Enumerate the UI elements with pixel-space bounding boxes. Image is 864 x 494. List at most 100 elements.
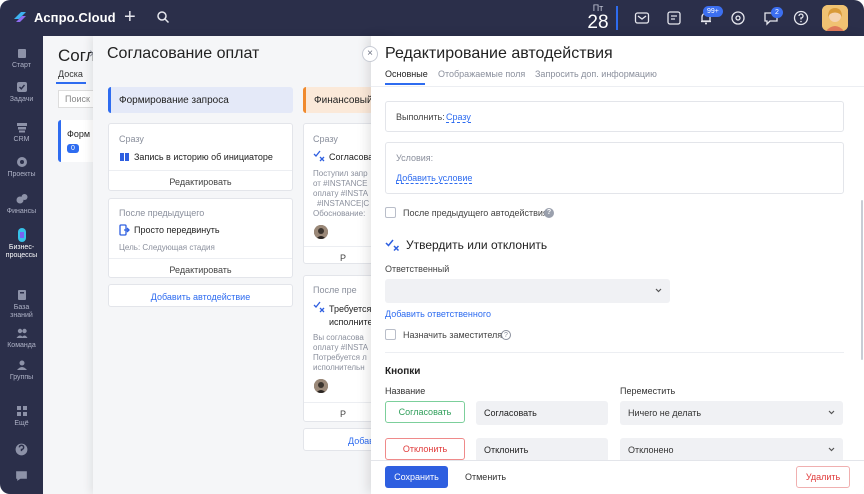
autoaction-timing: После пре: [313, 285, 357, 295]
save-button[interactable]: Сохранить: [385, 466, 448, 488]
sidebar-item-projects[interactable]: Проекты: [0, 155, 43, 179]
team-icon: [16, 328, 27, 338]
brand-name: Аспро.Cloud: [34, 9, 116, 25]
reject-button-name-input[interactable]: Отклонить: [476, 438, 608, 462]
sidebar-item-business-processes[interactable]: Бизнес- процессы: [0, 228, 43, 260]
chevron-down-icon: [828, 447, 835, 452]
feedback-icon[interactable]: [14, 468, 29, 483]
autoaction-target: Цель: Следующая стадия: [119, 243, 215, 252]
background-stage-count: 0: [67, 144, 79, 153]
sidebar-item-more[interactable]: Ещё: [0, 404, 43, 428]
sidebar-item-start[interactable]: Старт: [0, 46, 43, 70]
date-day: 28: [587, 12, 609, 33]
autoaction-desc-line: исполнительн: [313, 363, 365, 372]
autoaction-card[interactable]: Сразу Запись в историю об инициаторе Ред…: [108, 123, 293, 191]
brand-logo-icon: [14, 12, 26, 22]
background-stage-title: Форм: [67, 129, 91, 139]
tab-main[interactable]: Основные: [385, 69, 428, 79]
background-search-input[interactable]: Поиск: [58, 90, 98, 108]
finance-icon: [16, 194, 27, 204]
sidebar-item-knowledge[interactable]: База знаний: [0, 288, 43, 320]
responsible-select[interactable]: [385, 279, 670, 303]
editor-scrollbar[interactable]: [861, 200, 863, 360]
assign-deputy-checkbox[interactable]: [385, 329, 396, 340]
mail-icon[interactable]: [633, 9, 651, 27]
date-divider: [616, 6, 618, 30]
active-tab-underline: [385, 83, 425, 85]
sidebar-item-finance[interactable]: Финансы: [0, 192, 43, 216]
sidebar: Старт Задачи CRM Проекты Финансы Бизнес-…: [0, 36, 43, 494]
help-icon[interactable]: ?: [544, 208, 554, 218]
background-stage-card[interactable]: Форм 0: [58, 120, 98, 162]
brand-logo[interactable]: Аспро.Cloud: [12, 9, 116, 25]
sidebar-item-label: Бизнес-: [8, 244, 35, 251]
reject-move-value: Отклонено: [628, 445, 674, 455]
approve-button-preview[interactable]: Согласовать: [385, 401, 465, 423]
sidebar-item-label: Задачи: [9, 96, 34, 103]
tab-request-info[interactable]: Запросить доп. информацию: [535, 69, 657, 79]
apps-icon[interactable]: [729, 9, 747, 27]
sidebar-item-label: Старт: [11, 62, 32, 69]
execute-timing-link[interactable]: Сразу: [446, 112, 471, 123]
section-divider: [385, 352, 844, 353]
edit-autoaction-button[interactable]: Редактировать: [109, 170, 292, 191]
approve-move-value: Ничего не делать: [628, 408, 702, 418]
execute-label: Выполнить:: [396, 112, 445, 122]
buttons-move-column-header: Переместить: [620, 386, 676, 396]
after-previous-label: После предыдущего автодействия: [403, 208, 548, 218]
search-icon[interactable]: [156, 10, 170, 24]
reject-move-select[interactable]: Отклонено: [620, 438, 843, 462]
help-icon[interactable]: [792, 9, 810, 27]
sidebar-item-label: CRM: [13, 136, 30, 143]
background-tab-underline: [56, 82, 86, 84]
edit-autoaction-button[interactable]: Редактировать: [109, 258, 292, 278]
approve-button-name-input[interactable]: Согласовать: [476, 401, 608, 425]
sidebar-item-tasks[interactable]: Задачи: [0, 80, 43, 104]
close-editor-icon[interactable]: ×: [362, 46, 378, 62]
sidebar-item-label: Финансы: [6, 208, 37, 215]
groups-icon: [16, 360, 27, 370]
stage-column-header-finance[interactable]: Финансовый: [303, 87, 373, 113]
reject-button-preview[interactable]: Отклонить: [385, 438, 465, 460]
autoaction-desc-line: Поступил запр: [313, 169, 368, 178]
notes-icon[interactable]: [665, 9, 683, 27]
sidebar-item-crm[interactable]: CRM: [0, 120, 43, 144]
date-widget[interactable]: Пт 28: [586, 3, 610, 33]
sidebar-item-label: Команда: [7, 342, 36, 349]
autoaction-desc-line: Обоснование:: [313, 209, 366, 218]
create-plus-icon[interactable]: +: [124, 6, 136, 28]
support-icon[interactable]: [14, 442, 29, 457]
more-icon: [16, 406, 27, 416]
autoaction-desc-line: #INSTANCE|C: [317, 199, 370, 208]
stage-column-header[interactable]: Формирование запроса: [108, 87, 293, 113]
add-autoaction-button[interactable]: Добавить автодействие: [108, 284, 293, 307]
tab-displayed-fields[interactable]: Отображаемые поля: [438, 69, 525, 79]
top-bar: Аспро.Cloud + Пт 28 99+ 2: [0, 0, 864, 36]
app-frame: Аспро.Cloud + Пт 28 99+ 2 Старт Задачи C…: [0, 0, 864, 494]
background-tab-board[interactable]: Доска: [58, 69, 83, 79]
autoaction-name: Согласова: [329, 152, 374, 162]
approve-reject-icon: [313, 150, 325, 162]
crm-icon: [16, 123, 27, 133]
knowledge-icon: [17, 290, 26, 300]
autoaction-card[interactable]: После предыдущего Просто передвинуть Цел…: [108, 198, 293, 278]
sidebar-item-label-2: знаний: [10, 312, 33, 319]
autoaction-timing: Сразу: [119, 134, 144, 144]
delete-button[interactable]: Удалить: [796, 466, 850, 488]
user-avatar-image: [822, 5, 848, 31]
sidebar-item-groups[interactable]: Группы: [0, 358, 43, 382]
assign-deputy-label: Назначить заместителя: [403, 330, 503, 340]
add-responsible-link[interactable]: Добавить ответственного: [385, 309, 491, 319]
user-avatar[interactable]: [822, 5, 848, 31]
autoaction-desc-line: Потребуется л: [313, 353, 367, 362]
add-condition-link[interactable]: Добавить условие: [396, 173, 473, 184]
approve-move-select[interactable]: Ничего не делать: [620, 401, 843, 425]
help-icon[interactable]: ?: [501, 330, 511, 340]
autoaction-desc-line: от #INSTANCE: [313, 179, 368, 188]
cancel-button[interactable]: Отменить: [465, 466, 506, 488]
after-previous-checkbox[interactable]: [385, 207, 396, 218]
sidebar-item-team[interactable]: Команда: [0, 326, 43, 350]
move-stage-icon: [119, 224, 130, 236]
autoaction-desc-line: оплату #INSTA: [313, 343, 369, 352]
autoaction-desc-line: оплату #INSTA: [313, 189, 369, 198]
